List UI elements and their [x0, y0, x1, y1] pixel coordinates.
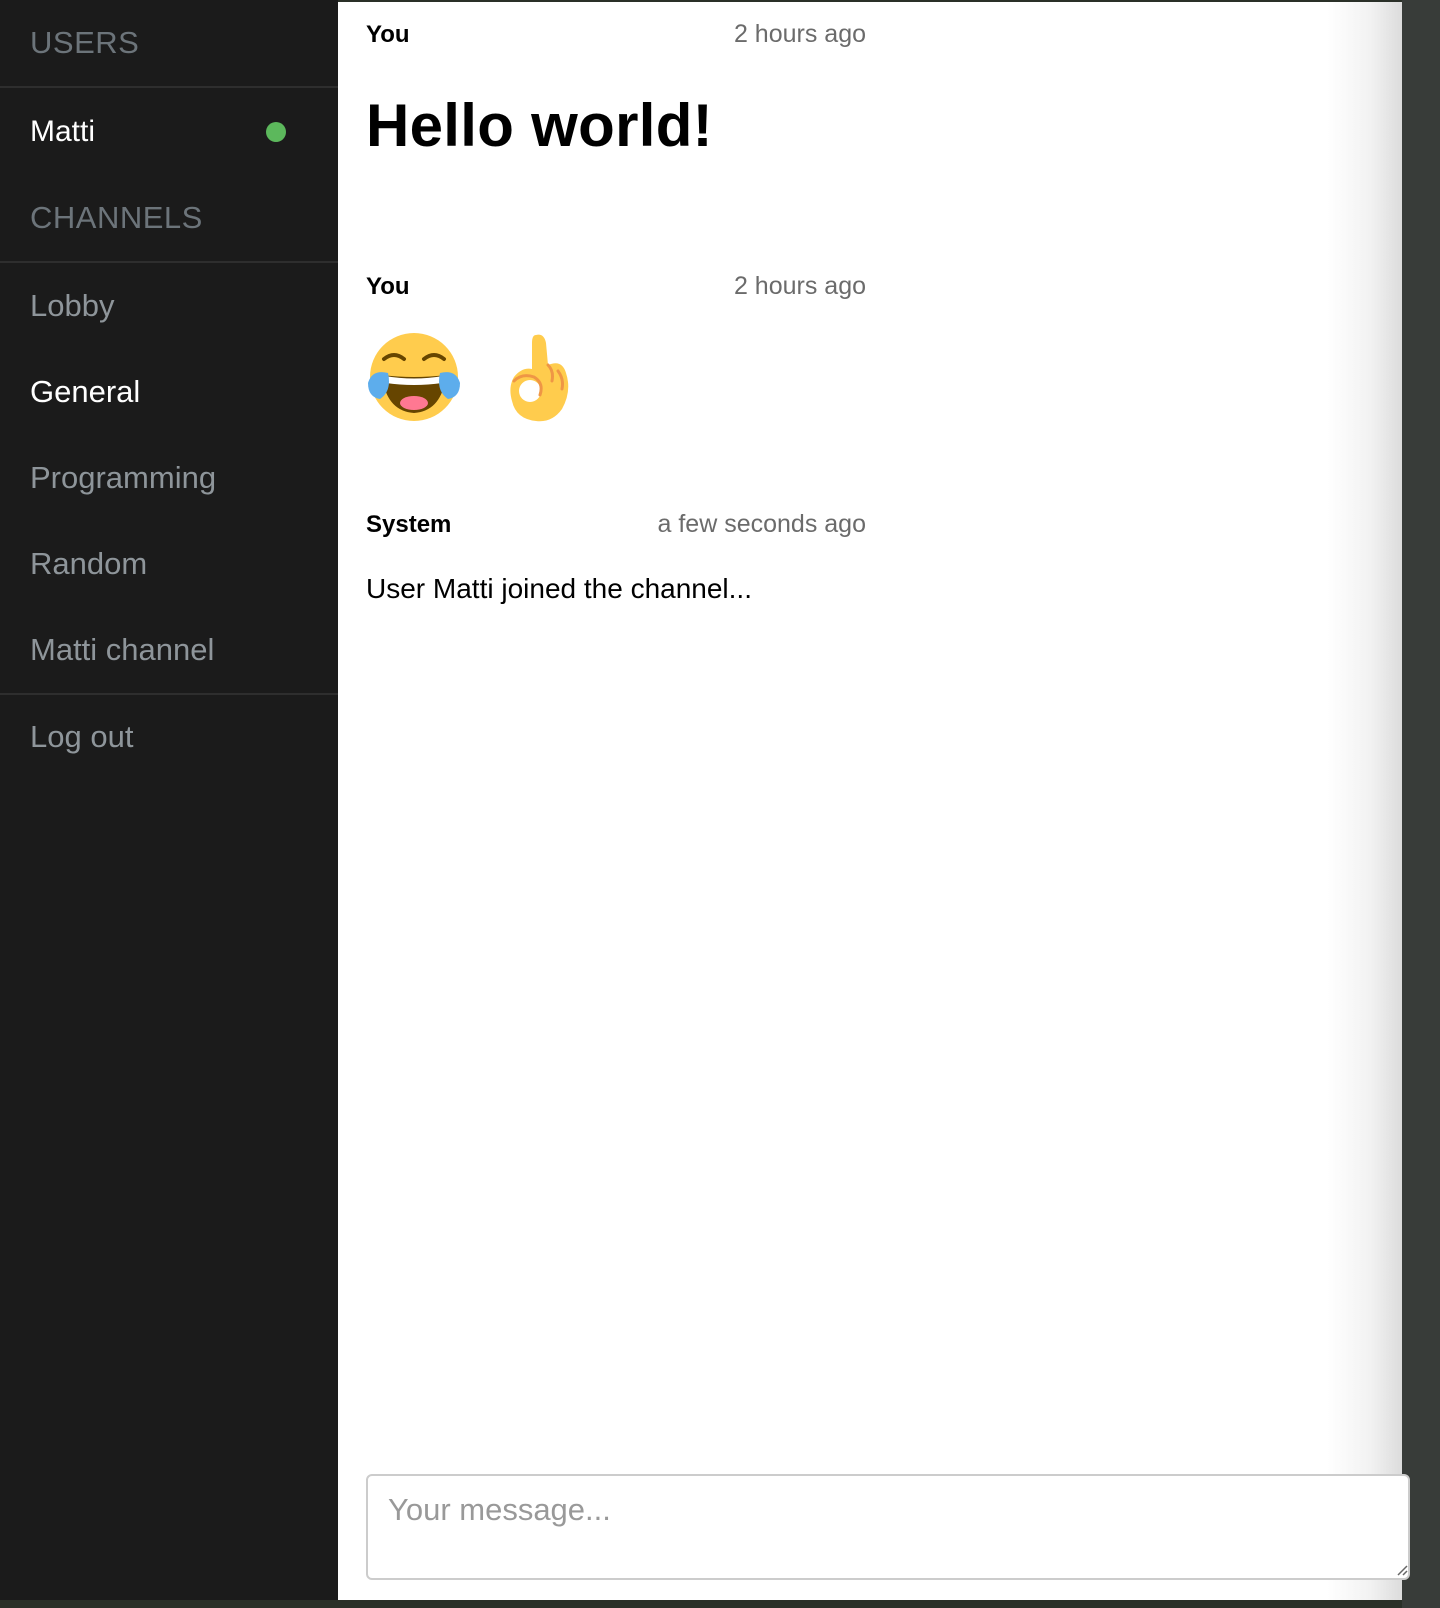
logout-link[interactable]: Log out	[0, 695, 338, 779]
channels-heading: CHANNELS	[0, 175, 338, 263]
window-backdrop	[1402, 0, 1440, 1608]
message-timestamp: 2 hours ago	[733, 20, 866, 48]
channel-general[interactable]: General	[0, 349, 338, 435]
message-item: System a few seconds ago User Matti join…	[366, 510, 866, 605]
message-item: You 2 hours ago	[366, 272, 866, 425]
message-timestamp: a few seconds ago	[657, 510, 866, 538]
sidebar-user-matti[interactable]: Matti	[0, 88, 338, 175]
message-header: System a few seconds ago	[366, 510, 866, 539]
chat-panel: You 2 hours ago Hello world! You 2 hours…	[338, 2, 1410, 1600]
message-header: You 2 hours ago	[366, 20, 866, 49]
message-item: You 2 hours ago Hello world!	[366, 20, 866, 160]
channel-matti-channel[interactable]: Matti channel	[0, 607, 338, 693]
message-heading: Hello world!	[366, 92, 713, 159]
user-name: Matti	[30, 114, 96, 148]
online-status-icon	[266, 121, 286, 142]
message-author: You	[366, 273, 410, 300]
channel-list: Lobby General Programming Random Matti c…	[0, 263, 338, 695]
channel-programming[interactable]: Programming	[0, 435, 338, 521]
message-text: User Matti joined the channel...	[366, 573, 752, 604]
message-timestamp: 2 hours ago	[733, 272, 866, 300]
message-header: You 2 hours ago	[366, 272, 866, 301]
message-author: You	[366, 21, 410, 48]
ok-hand-icon	[510, 334, 569, 422]
users-heading: USERS	[0, 0, 338, 88]
face-with-tears-of-joy-icon	[368, 333, 460, 421]
sidebar: USERS Matti CHANNELS Lobby General Progr…	[0, 0, 338, 1600]
message-input[interactable]	[366, 1474, 1410, 1580]
resize-handle-icon[interactable]	[1396, 1564, 1408, 1576]
channel-random[interactable]: Random	[0, 521, 338, 607]
message-author: System	[366, 511, 452, 538]
channel-lobby[interactable]: Lobby	[0, 263, 338, 349]
message-emojis	[366, 329, 866, 425]
